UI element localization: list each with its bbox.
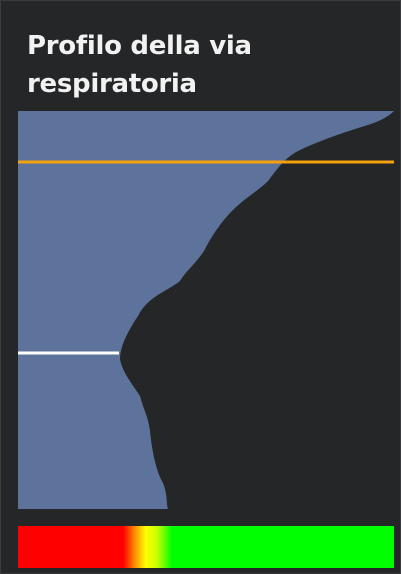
airway-profile-plot bbox=[18, 111, 394, 509]
airway-profile-area bbox=[18, 111, 394, 509]
airway-profile-panel: Profilo della via respiratoria bbox=[0, 0, 401, 574]
panel-title: Profilo della via respiratoria bbox=[27, 31, 252, 99]
airway-profile-svg bbox=[18, 111, 394, 509]
colorbar-legend bbox=[18, 526, 394, 568]
